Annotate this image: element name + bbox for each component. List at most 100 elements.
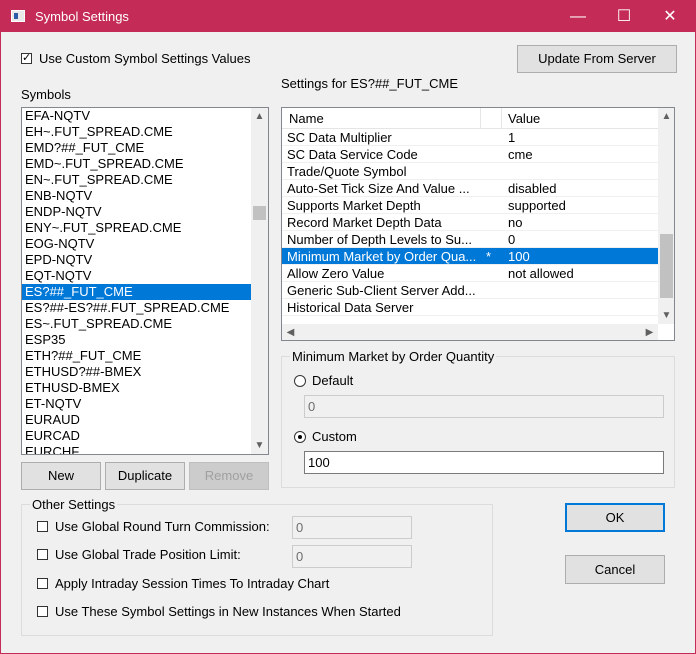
app-window-icon [11,10,25,22]
setting-name: Historical Data Server [287,300,414,315]
settings-row[interactable]: SC Data Service Code cme [282,146,658,163]
symbol-list-item[interactable]: ES~.FUT_SPREAD.CME [22,316,251,332]
scroll-left-arrow-icon[interactable]: ◀ [282,324,299,340]
use-custom-checkbox[interactable]: ✓ [21,53,32,64]
symbol-list-item[interactable]: EFA-NQTV [22,108,251,124]
symbols-label: Symbols [21,87,71,102]
min-market-order-quantity-group: Minimum Market by Order Quantity Default… [281,349,675,488]
settings-row[interactable]: Supports Market Depth supported [282,197,658,214]
setting-value: cme [508,147,533,162]
settings-row[interactable]: Number of Depth Levels to Su... 0 [282,231,658,248]
global-commission-checkbox[interactable] [37,521,48,532]
settings-row[interactable]: Trade/Quote Symbol [282,163,658,180]
setting-name: SC Data Multiplier [287,130,392,145]
setting-value: supported [508,198,566,213]
default-radio[interactable] [294,375,306,387]
scroll-up-arrow-icon[interactable]: ▲ [251,108,268,125]
setting-name: SC Data Service Code [287,147,418,162]
new-button[interactable]: New [21,462,101,490]
column-separator [480,108,481,128]
custom-value-input[interactable]: 100 [304,451,664,474]
other-settings-group: Other Settings Use Global Round Turn Com… [21,497,493,636]
setting-name: Allow Zero Value [287,266,385,281]
column-header-value[interactable]: Value [508,111,540,126]
settings-row[interactable]: Auto-Set Tick Size And Value ... disabled [282,180,658,197]
column-separator [501,108,502,128]
minimize-button[interactable]: — [555,1,601,32]
close-button[interactable]: ✕ [647,1,693,32]
symbol-list-item[interactable]: EPD-NQTV [22,252,251,268]
symbol-list-item[interactable]: EURAUD [22,412,251,428]
setting-value: disabled [508,181,557,196]
duplicate-button[interactable]: Duplicate [105,462,185,490]
scroll-thumb[interactable] [660,234,673,298]
symbol-list-item[interactable]: ES?##_FUT_CME [22,284,251,300]
global-commission-field: 0 [292,516,412,539]
group-legend: Minimum Market by Order Quantity [290,349,497,364]
scroll-down-arrow-icon[interactable]: ▼ [658,307,674,324]
setting-value: 100 [508,249,530,264]
default-radio-label[interactable]: Default [312,373,353,388]
intraday-session-checkbox[interactable] [37,578,48,589]
settings-row[interactable]: Historical Data Server [282,299,658,316]
use-custom-label[interactable]: Use Custom Symbol Settings Values [39,51,250,66]
settings-grid[interactable]: Name Value SC Data Multiplier 1 SC Data Se… [281,107,675,341]
symbol-list-item[interactable]: ETHUSD?##-BMEX [22,364,251,380]
symbols-scrollbar[interactable]: ▲ ▼ [251,108,268,454]
settings-row[interactable]: SC Data Multiplier 1 [282,129,658,146]
grid-header: Name Value [282,108,658,129]
settings-row[interactable]: Generic Sub-Client Server Add... [282,282,658,299]
symbol-list-item[interactable]: EURCAD [22,428,251,444]
symbol-list-item[interactable]: ENY~.FUT_SPREAD.CME [22,220,251,236]
setting-name: Supports Market Depth [287,198,421,213]
settings-vertical-scrollbar[interactable]: ▲ ▼ [658,108,674,324]
setting-name: Auto-Set Tick Size And Value ... [287,181,470,196]
new-instances-label[interactable]: Use These Symbol Settings in New Instanc… [55,604,401,619]
settings-horizontal-scrollbar[interactable]: ◀ ▶ [282,324,658,340]
default-value-field: 0 [304,395,664,418]
symbol-list-item[interactable]: EH~.FUT_SPREAD.CME [22,124,251,140]
maximize-button[interactable]: ☐ [601,1,647,32]
symbol-list-item[interactable]: ETH?##_FUT_CME [22,348,251,364]
symbols-listbox[interactable]: EFA-NQTV EH~.FUT_SPREAD.CME EMD?##_FUT_CME… [21,107,269,455]
setting-value: 1 [508,130,516,145]
scroll-down-arrow-icon[interactable]: ▼ [251,437,268,454]
group-legend: Other Settings [30,497,118,512]
settings-row[interactable]: Allow Zero Value not allowed [282,265,658,282]
symbol-list-item[interactable]: EQT-NQTV [22,268,251,284]
update-from-server-button[interactable]: Update From Server [517,45,677,73]
symbol-list-item[interactable]: ESP35 [22,332,251,348]
title-bar[interactable]: Symbol Settings — ☐ ✕ [1,1,695,32]
setting-value: not allowed [508,266,574,281]
ok-button[interactable]: OK [565,503,665,532]
scroll-right-arrow-icon[interactable]: ▶ [641,324,658,340]
settings-row[interactable]: Minimum Market by Order Qua... * 100 [282,248,658,265]
symbol-list-item[interactable]: ES?##-ES?##.FUT_SPREAD.CME [22,300,251,316]
global-position-checkbox[interactable] [37,549,48,560]
custom-radio[interactable] [294,431,306,443]
scroll-thumb[interactable] [253,206,266,220]
global-commission-label[interactable]: Use Global Round Turn Commission: [55,519,270,534]
symbol-list-item[interactable]: EOG-NQTV [22,236,251,252]
symbol-list-item[interactable]: ETHUSD-BMEX [22,380,251,396]
new-instances-checkbox[interactable] [37,606,48,617]
symbol-list-item[interactable]: ENB-NQTV [22,188,251,204]
setting-name: Minimum Market by Order Qua... [287,249,477,264]
setting-value: 0 [508,232,516,247]
settings-row[interactable]: Record Market Depth Data no [282,214,658,231]
cancel-button[interactable]: Cancel [565,555,665,584]
symbol-list-item[interactable]: EN~.FUT_SPREAD.CME [22,172,251,188]
symbol-list-item[interactable]: EURCHF [22,444,251,454]
symbol-list-item[interactable]: ET-NQTV [22,396,251,412]
setting-modified-mark: * [486,249,492,264]
scroll-up-arrow-icon[interactable]: ▲ [658,108,674,125]
window-title: Symbol Settings [35,9,129,24]
intraday-session-label[interactable]: Apply Intraday Session Times To Intraday… [55,576,329,591]
custom-radio-label[interactable]: Custom [312,429,357,444]
symbol-list-item[interactable]: EMD~.FUT_SPREAD.CME [22,156,251,172]
remove-button[interactable]: Remove [189,462,269,490]
column-header-name[interactable]: Name [289,111,324,126]
symbol-list-item[interactable]: ENDP-NQTV [22,204,251,220]
symbol-list-item[interactable]: EMD?##_FUT_CME [22,140,251,156]
global-position-label[interactable]: Use Global Trade Position Limit: [55,547,241,562]
